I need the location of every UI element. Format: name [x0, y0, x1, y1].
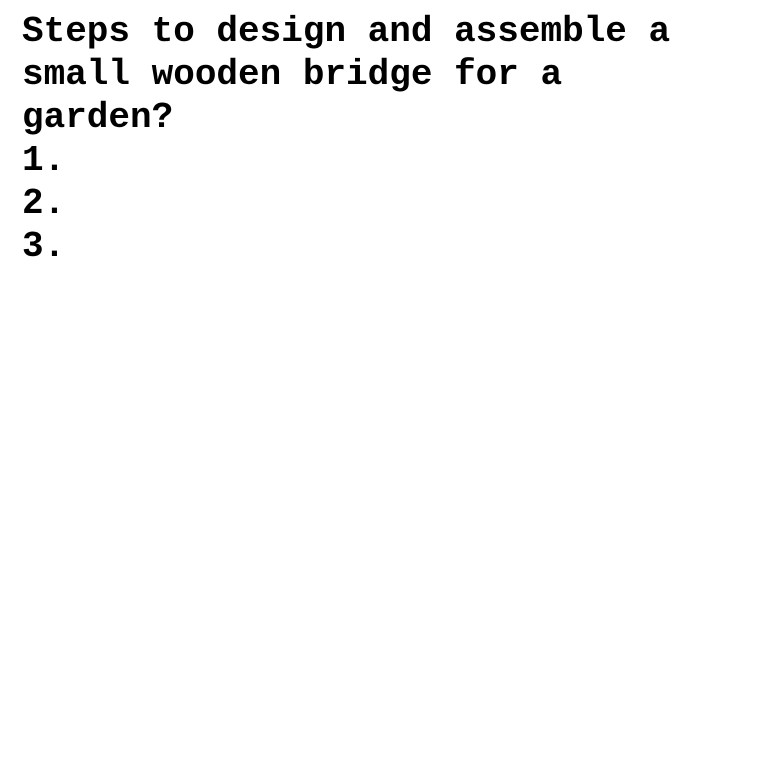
title-line: Steps to design and assemble a	[22, 11, 671, 52]
steps-list: 1. 2. 3.	[22, 139, 752, 268]
list-item: 2.	[22, 183, 66, 224]
title-line: small wooden bridge for a	[22, 54, 563, 95]
title-line: garden?	[22, 97, 174, 138]
list-item: 3.	[22, 226, 66, 267]
list-item: 1.	[22, 140, 66, 181]
question-title: Steps to design and assemble a small woo…	[22, 10, 752, 139]
document-body: Steps to design and assemble a small woo…	[22, 10, 752, 268]
